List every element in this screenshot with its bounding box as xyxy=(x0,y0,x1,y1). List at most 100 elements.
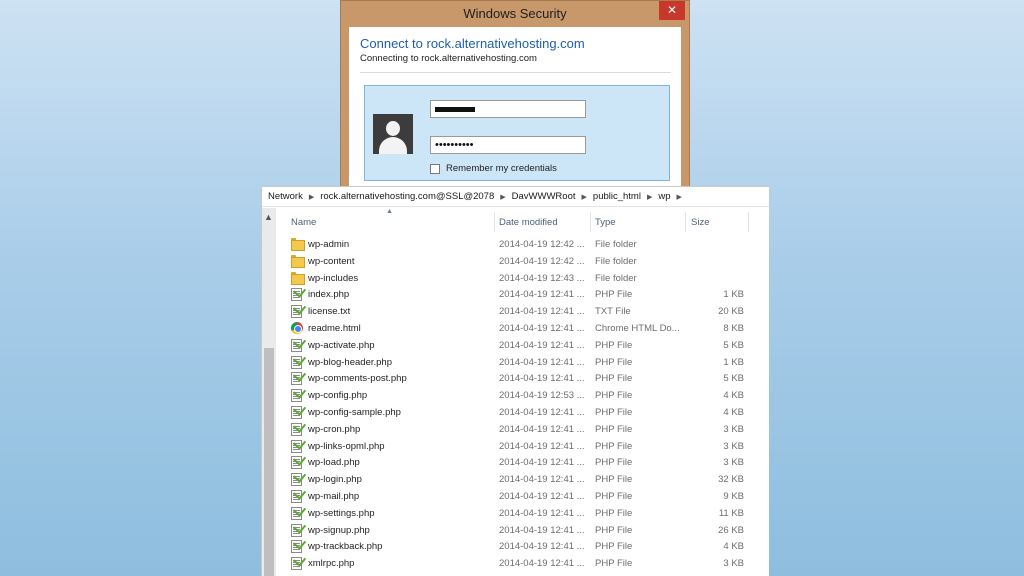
file-type: File folder xyxy=(595,239,637,250)
dialog-subheading: Connecting to rock.alternativehosting.co… xyxy=(360,53,537,64)
file-name: license.txt xyxy=(308,306,351,318)
file-row[interactable]: wp-config-sample.php 2014-04-19 12:41 ...… xyxy=(276,404,769,421)
file-row[interactable]: wp-signup.php 2014-04-19 12:41 ... PHP Fil… xyxy=(276,522,769,539)
file-date-modified: 2014-04-19 12:42 ... xyxy=(499,255,585,267)
redacted-username xyxy=(435,107,475,112)
file-size: 3 KB xyxy=(723,558,744,570)
file-size: 5 KB xyxy=(723,339,744,351)
file-type: PHP File xyxy=(595,356,633,368)
file-name: wp-content xyxy=(308,255,355,267)
file-name: wp-settings.php xyxy=(308,507,375,519)
file-row[interactable]: wp-includes 2014-04-19 12:43 ... File fold… xyxy=(276,270,769,287)
file-date-modified: 2014-04-19 12:41 ... xyxy=(499,457,585,469)
breadcrumb-network[interactable]: Network xyxy=(268,191,303,202)
file-row[interactable]: wp-links-opml.php 2014-04-19 12:41 ... PHP… xyxy=(276,438,769,455)
file-type: File folder xyxy=(595,272,637,284)
column-divider[interactable] xyxy=(590,212,591,232)
file-date-modified: 2014-04-19 12:41 ... xyxy=(499,490,585,502)
chevron-right-icon[interactable]: ▶ xyxy=(500,193,505,201)
file-name: wp-admin xyxy=(308,239,350,250)
folder-icon xyxy=(291,254,305,268)
remember-credentials[interactable]: Remember my credentials xyxy=(430,163,557,174)
file-row[interactable]: wp-activate.php 2014-04-19 12:41 ... PHP F… xyxy=(276,337,769,354)
file-row[interactable]: wp-cron.php 2014-04-19 12:41 ... PHP File 3… xyxy=(276,421,769,438)
file-row[interactable]: wp-mail.php 2014-04-19 12:41 ... PHP File 9… xyxy=(276,488,769,505)
file-row[interactable]: wp-load.php 2014-04-19 12:41 ... PHP File 3… xyxy=(276,454,769,471)
php-file-icon xyxy=(291,439,304,453)
php-file-icon xyxy=(291,456,304,470)
file-row[interactable]: wp-comments-post.php 2014-04-19 12:41 ...… xyxy=(276,370,769,387)
file-row[interactable]: readme.html 2014-04-19 12:41 ... Chrome HT… xyxy=(276,320,769,337)
column-name[interactable]: Name xyxy=(291,217,316,228)
file-type: PHP File xyxy=(595,339,633,351)
chevron-right-icon[interactable]: ▶ xyxy=(309,193,314,201)
php-file-icon xyxy=(291,372,304,386)
file-size: 5 KB xyxy=(723,373,744,385)
file-row[interactable]: index.php 2014-04-19 12:41 ... PHP File 1 K… xyxy=(276,286,769,303)
file-name: wp-login.php xyxy=(308,474,362,486)
breadcrumb-davwwwroot[interactable]: DavWWWRoot xyxy=(512,191,576,202)
file-name: xmlrpc.php xyxy=(308,558,355,570)
file-row[interactable]: xmlrpc.php 2014-04-19 12:41 ... PHP File 3 … xyxy=(276,555,769,572)
column-headers: ▲ Name Date modified Type Size xyxy=(276,208,769,236)
file-row[interactable]: wp-trackback.php 2014-04-19 12:41 ... PHP … xyxy=(276,538,769,555)
username-field[interactable] xyxy=(430,100,586,118)
file-type: PHP File xyxy=(595,558,633,570)
php-file-icon xyxy=(291,288,304,302)
file-type: PHP File xyxy=(595,457,633,469)
column-size[interactable]: Size xyxy=(691,217,709,228)
php-file-icon xyxy=(291,557,304,571)
file-size: 4 KB xyxy=(723,390,744,402)
file-date-modified: 2014-04-19 12:41 ... xyxy=(499,356,585,368)
file-row[interactable]: wp-config.php 2014-04-19 12:53 ... PHP Fil… xyxy=(276,387,769,404)
scroll-up-icon[interactable]: ▲ xyxy=(264,212,273,222)
close-button[interactable]: ✕ xyxy=(659,1,685,20)
file-row[interactable]: wp-login.php 2014-04-19 12:41 ... PHP File… xyxy=(276,471,769,488)
php-file-icon xyxy=(291,540,304,554)
breadcrumb-host[interactable]: rock.alternativehosting.com@SSL@2078 xyxy=(320,191,494,202)
password-field[interactable]: •••••••••• xyxy=(430,136,586,154)
column-divider[interactable] xyxy=(685,212,686,232)
chevron-right-icon[interactable]: ▶ xyxy=(582,193,587,201)
file-type: PHP File xyxy=(595,289,633,301)
breadcrumb-public-html[interactable]: public_html xyxy=(593,191,641,202)
dialog-heading: Connect to rock.alternativehosting.com xyxy=(360,36,585,51)
breadcrumb-wp[interactable]: wp xyxy=(658,191,670,202)
file-name: wp-signup.php xyxy=(308,524,370,536)
file-row[interactable]: wp-settings.php 2014-04-19 12:41 ... PHP F… xyxy=(276,505,769,522)
file-type: PHP File xyxy=(595,524,633,536)
file-type: PHP File xyxy=(595,440,633,452)
file-date-modified: 2014-04-19 12:41 ... xyxy=(499,406,585,418)
php-file-icon xyxy=(291,355,304,369)
file-date-modified: 2014-04-19 12:41 ... xyxy=(499,440,585,452)
file-row[interactable]: wp-blog-header.php 2014-04-19 12:41 ... PH… xyxy=(276,354,769,371)
column-type[interactable]: Type xyxy=(595,217,616,228)
credential-tile[interactable]: •••••••••• Remember my credentials xyxy=(364,85,670,181)
chevron-right-icon[interactable]: ▶ xyxy=(647,193,652,201)
column-divider[interactable] xyxy=(748,212,749,232)
file-type: PHP File xyxy=(595,490,633,502)
scrollbar-thumb[interactable] xyxy=(264,348,274,576)
column-date-modified[interactable]: Date modified xyxy=(499,217,558,228)
file-type: PHP File xyxy=(595,474,633,486)
file-row[interactable]: wp-content 2014-04-19 12:42 ... File folde… xyxy=(276,253,769,270)
file-row[interactable]: license.txt 2014-04-19 12:41 ... TXT File 2… xyxy=(276,303,769,320)
file-date-modified: 2014-04-19 12:41 ... xyxy=(499,524,585,536)
file-date-modified: 2014-04-19 12:41 ... xyxy=(499,423,585,435)
file-size: 26 KB xyxy=(718,524,744,536)
php-file-icon xyxy=(291,389,304,403)
nav-pane-scrollbar[interactable]: ▲ xyxy=(262,208,276,576)
php-file-icon xyxy=(291,506,304,520)
file-type: TXT File xyxy=(595,306,631,318)
file-row[interactable]: wp-admin 2014-04-19 12:42 ... File folder xyxy=(276,236,769,253)
file-date-modified: 2014-04-19 12:43 ... xyxy=(499,272,585,284)
file-list: wp-admin 2014-04-19 12:42 ... File folder w… xyxy=(276,236,769,572)
text-file-icon xyxy=(291,305,304,319)
remember-checkbox[interactable] xyxy=(430,163,440,174)
chevron-right-icon[interactable]: ▶ xyxy=(677,193,682,201)
chrome-icon xyxy=(291,321,304,334)
column-divider[interactable] xyxy=(494,212,495,232)
file-date-modified: 2014-04-19 12:41 ... xyxy=(499,541,585,553)
dialog-titlebar[interactable]: Windows Security ✕ xyxy=(341,1,689,27)
file-size: 3 KB xyxy=(723,423,744,435)
